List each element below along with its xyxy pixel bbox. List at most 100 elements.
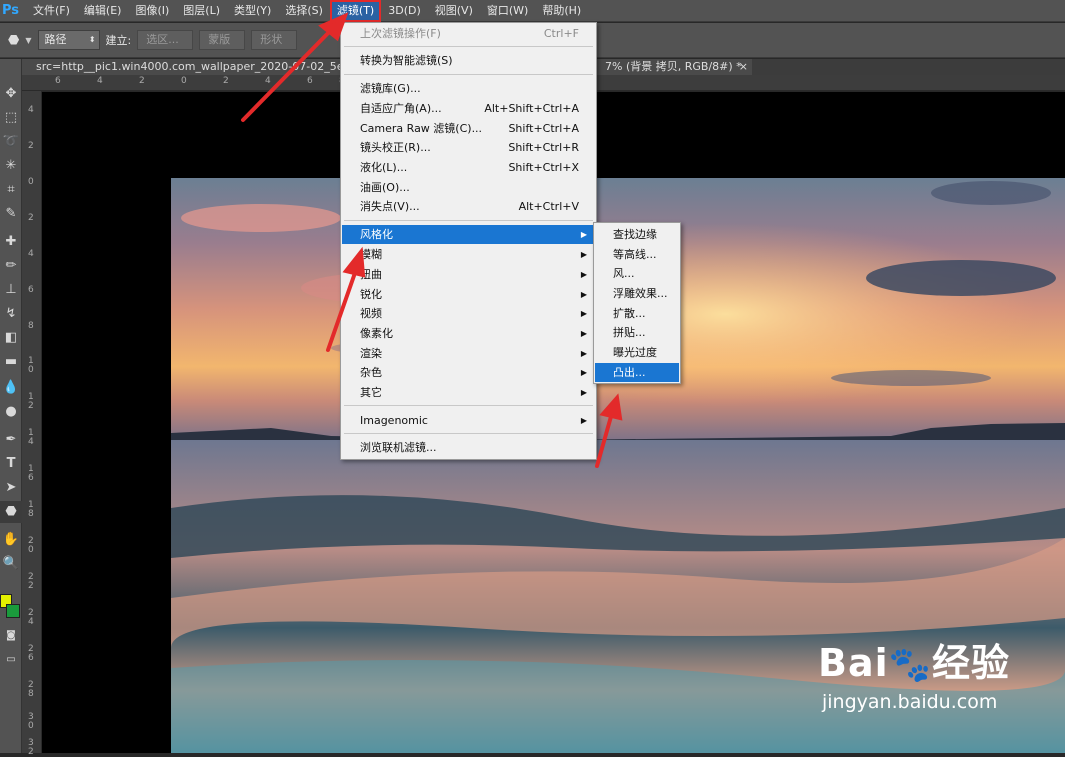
last-filter-label: 上次滤镜操作(F) [360, 27, 441, 40]
photoshop-logo: Ps [2, 3, 20, 18]
camera-raw-item[interactable]: Camera Raw 滤镜(C)... Shift+Ctrl+A [342, 119, 595, 138]
render-item[interactable]: 渲染 ▶ [342, 344, 595, 363]
document-tab-title: src=http__pic1.win4000.com_wallpaper_202… [36, 60, 362, 73]
menu-window[interactable]: 窗口(W) [480, 0, 535, 22]
type-tool-icon[interactable]: T [0, 453, 22, 475]
menu-edit[interactable]: 编辑(E) [77, 0, 129, 22]
crop-tool-icon[interactable]: ⌗ [0, 179, 22, 201]
hand-tool-icon[interactable]: ✋ [0, 529, 22, 551]
blur-tool-icon[interactable]: 💧 [0, 377, 22, 399]
last-filter-shortcut: Ctrl+F [543, 27, 579, 40]
blur-item[interactable]: 模糊 ▶ [342, 245, 595, 264]
liquify-item[interactable]: 液化(L)... Shift+Ctrl+X [342, 158, 595, 177]
watermark-brand: Bai🐾经验 [818, 640, 1058, 688]
menu-view[interactable]: 视图(V) [428, 0, 480, 22]
watermark-brand-latin: Bai [818, 641, 889, 685]
diffuse-item[interactable]: 扩散... [595, 304, 679, 323]
brush-tool-icon[interactable]: ✏ [0, 255, 22, 277]
menu-layer[interactable]: 图层(L) [176, 0, 227, 22]
noise-item[interactable]: 杂色 ▶ [342, 363, 595, 382]
menu-file[interactable]: 文件(F) [26, 0, 77, 22]
magic-wand-icon[interactable]: ✳ [0, 155, 22, 177]
menu-type[interactable]: 类型(Y) [227, 0, 278, 22]
other-item[interactable]: 其它 ▶ [342, 383, 595, 402]
ruler-tick: 1 0 [28, 356, 34, 375]
mask-button[interactable]: 蒙版 [199, 30, 246, 50]
menu-image[interactable]: 图像(I) [128, 0, 176, 22]
menu-filter[interactable]: 滤镜(T) [329, 0, 382, 22]
background-color-swatch[interactable] [6, 604, 20, 618]
camera-raw-shortcut: Shift+Ctrl+A [508, 122, 579, 135]
tool-mode-select[interactable]: 路径 ⬍ [37, 30, 100, 50]
adaptive-wide-angle-shortcut: Alt+Shift+Ctrl+A [484, 102, 579, 115]
pixelate-item[interactable]: 像素化 ▶ [342, 324, 595, 343]
path-select-icon[interactable]: ➤ [0, 477, 22, 499]
eraser-tool-icon[interactable]: ◧ [0, 327, 22, 349]
lens-correction-label: 镜头校正(R)... [360, 141, 431, 154]
solarize-item[interactable]: 曝光过度 [595, 343, 679, 362]
video-label: 视频 [360, 307, 382, 320]
liquify-label: 液化(L)... [360, 161, 408, 174]
adaptive-wide-angle-item[interactable]: 自适应广角(A)... Alt+Shift+Ctrl+A [342, 99, 595, 118]
convert-smart-filter-item[interactable]: 转换为智能滤镜(S) [342, 51, 595, 70]
close-tab-icon[interactable]: × [739, 59, 748, 75]
gradient-tool-icon[interactable]: ▬ [0, 351, 22, 373]
chevron-down-icon[interactable]: ▼ [25, 36, 31, 45]
trace-contour-item[interactable]: 等高线... [595, 245, 679, 264]
convert-smart-filter-label: 转换为智能滤镜(S) [360, 54, 453, 67]
move-tool-icon[interactable]: ✥ [0, 83, 22, 105]
ruler-tick: 4 [265, 76, 271, 86]
lasso-tool-icon[interactable]: ➰ [0, 131, 22, 153]
submenu-arrow-icon: ▶ [580, 230, 587, 239]
menu-separator [344, 46, 593, 47]
zoom-tool-icon[interactable]: 🔍 [0, 553, 22, 575]
healing-brush-icon[interactable]: ✚ [0, 231, 22, 253]
ruler-tick: 6 [307, 76, 313, 86]
emboss-item[interactable]: 浮雕效果... [595, 284, 679, 303]
extrude-label: 凸出... [613, 366, 646, 379]
find-edges-item[interactable]: 查找边缘 [595, 225, 679, 244]
ruler-tick: 1 4 [28, 428, 34, 447]
tiles-item[interactable]: 拼贴... [595, 323, 679, 342]
ruler-tick: 0 [181, 76, 187, 86]
selection-button[interactable]: 选区... [137, 30, 194, 50]
eyedropper-icon[interactable]: ✎ [0, 203, 22, 225]
video-item[interactable]: 视频 ▶ [342, 304, 595, 323]
dodge-tool-icon[interactable]: ● [0, 401, 22, 423]
quick-mask-icon[interactable]: ◙ [0, 625, 22, 647]
screen-mode-icon[interactable]: ▭ [0, 649, 22, 671]
solarize-label: 曝光过度 [613, 346, 657, 359]
extrude-item[interactable]: 凸出... [595, 363, 679, 382]
pen-tool-icon[interactable]: ✒ [0, 429, 22, 451]
oil-paint-item[interactable]: 油画(O)... [342, 178, 595, 197]
history-brush-icon[interactable]: ↯ [0, 303, 22, 325]
vanishing-point-item[interactable]: 消失点(V)... Alt+Ctrl+V [342, 197, 595, 216]
last-filter-item[interactable]: 上次滤镜操作(F) Ctrl+F [342, 24, 595, 43]
submenu-arrow-icon: ▶ [580, 250, 587, 259]
shape-tool-active-icon[interactable]: ⬣ [0, 501, 22, 523]
menu-separator [344, 220, 593, 221]
lens-correction-shortcut: Shift+Ctrl+R [508, 141, 579, 154]
marquee-tool-icon[interactable]: ⬚ [0, 107, 22, 129]
find-edges-label: 查找边缘 [613, 228, 657, 241]
baidu-jingyan-watermark: Bai🐾经验 jingyan.baidu.com [818, 640, 1058, 735]
document-tab-info: 7% (背景 拷贝, RGB/8#) * [605, 60, 742, 73]
shape-tool-icon[interactable]: ⬣ [8, 33, 19, 48]
shape-button[interactable]: 形状 [251, 30, 298, 50]
ruler-tick: 0 [28, 177, 34, 187]
browse-online-filters-item[interactable]: 浏览联机滤镜... [342, 438, 595, 457]
stylize-item[interactable]: 风格化 ▶ [342, 225, 595, 244]
menu-separator [344, 74, 593, 75]
menu-separator [344, 405, 593, 406]
clone-stamp-icon[interactable]: ⊥ [0, 279, 22, 301]
distort-item[interactable]: 扭曲 ▶ [342, 265, 595, 284]
sharpen-item[interactable]: 锐化 ▶ [342, 285, 595, 304]
menu-select[interactable]: 选择(S) [278, 0, 330, 22]
lens-correction-item[interactable]: 镜头校正(R)... Shift+Ctrl+R [342, 138, 595, 157]
imagenomic-label: Imagenomic [360, 414, 428, 427]
menu-3d[interactable]: 3D(D) [381, 0, 428, 22]
imagenomic-item[interactable]: Imagenomic ▶ [342, 411, 595, 430]
wind-item[interactable]: 风... [595, 264, 679, 283]
filter-gallery-item[interactable]: 滤镜库(G)... [342, 79, 595, 98]
menu-help[interactable]: 帮助(H) [535, 0, 588, 22]
